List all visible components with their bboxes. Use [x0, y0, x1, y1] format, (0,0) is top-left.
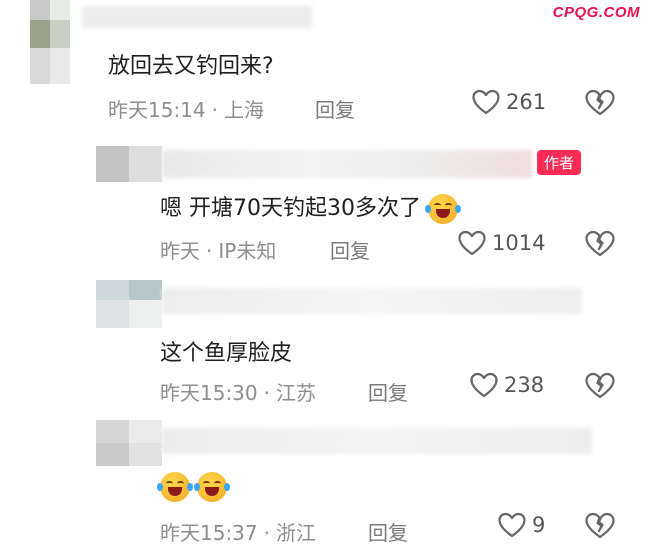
comment-meta: 昨天15:14 · 上海	[108, 94, 264, 123]
dislike-button[interactable]	[585, 512, 615, 539]
reply-button[interactable]: 回复	[368, 517, 408, 546]
heart-outline-icon	[498, 512, 526, 538]
comment-text: 这个鱼厚脸皮	[160, 341, 293, 366]
comment-meta: 昨天15:30 · 江苏	[160, 377, 316, 406]
comment-meta: 昨天15:37 · 浙江	[160, 517, 316, 546]
comment-location: IP未知	[218, 239, 277, 263]
reply-button[interactable]: 回复	[315, 94, 355, 123]
comment-text	[157, 472, 230, 502]
separator: ·	[211, 98, 218, 122]
comment-text: 嗯 开塘70天钓起30多次了	[160, 190, 461, 224]
like-button[interactable]: 238	[470, 372, 544, 398]
heart-outline-icon	[458, 230, 486, 256]
reply-button[interactable]: 回复	[368, 377, 408, 406]
comment-date: 昨天15:37	[160, 521, 258, 545]
site-watermark: CPQG.COM	[552, 4, 640, 21]
comment-text: 放回去又钓回来?	[108, 54, 274, 79]
username-redacted[interactable]	[162, 150, 532, 178]
dislike-button[interactable]	[585, 230, 615, 257]
broken-heart-icon	[585, 512, 615, 539]
laughing-crying-emoji-icon	[194, 472, 230, 502]
separator: ·	[263, 521, 270, 545]
comment-location: 江苏	[276, 381, 316, 405]
comment-date: 昨天15:14	[108, 98, 206, 122]
separator: ·	[263, 381, 270, 405]
avatar[interactable]	[96, 146, 162, 182]
broken-heart-icon	[585, 230, 615, 257]
dislike-button[interactable]	[585, 372, 615, 399]
broken-heart-icon	[585, 89, 615, 116]
like-count: 238	[504, 373, 545, 397]
separator: ·	[206, 239, 213, 263]
avatar[interactable]	[30, 0, 70, 90]
like-count: 1014	[492, 231, 546, 255]
username-redacted[interactable]	[82, 6, 312, 28]
comment-location: 上海	[224, 98, 264, 122]
laughing-crying-emoji-icon	[157, 472, 193, 502]
author-badge: 作者	[537, 150, 582, 175]
comment-text-body: 嗯 开塘70天钓起30多次了	[160, 196, 421, 221]
comment-meta: 昨天 · IP未知	[160, 235, 276, 264]
avatar[interactable]	[96, 280, 162, 328]
username-redacted[interactable]	[162, 288, 582, 314]
like-count: 9	[532, 513, 546, 537]
comment-location: 浙江	[276, 521, 316, 545]
like-button[interactable]: 9	[498, 512, 545, 538]
like-button[interactable]: 1014	[458, 230, 545, 256]
comment-date: 昨天	[160, 239, 200, 263]
laughing-crying-emoji-icon	[424, 194, 461, 224]
heart-outline-icon	[470, 372, 498, 398]
avatar[interactable]	[96, 420, 162, 466]
comment-date: 昨天15:30	[160, 381, 258, 405]
username-redacted[interactable]	[162, 428, 592, 454]
heart-outline-icon	[472, 89, 500, 115]
reply-button[interactable]: 回复	[330, 235, 370, 264]
like-button[interactable]: 261	[472, 89, 546, 115]
dislike-button[interactable]	[585, 89, 615, 116]
broken-heart-icon	[585, 372, 615, 399]
like-count: 261	[506, 90, 547, 114]
